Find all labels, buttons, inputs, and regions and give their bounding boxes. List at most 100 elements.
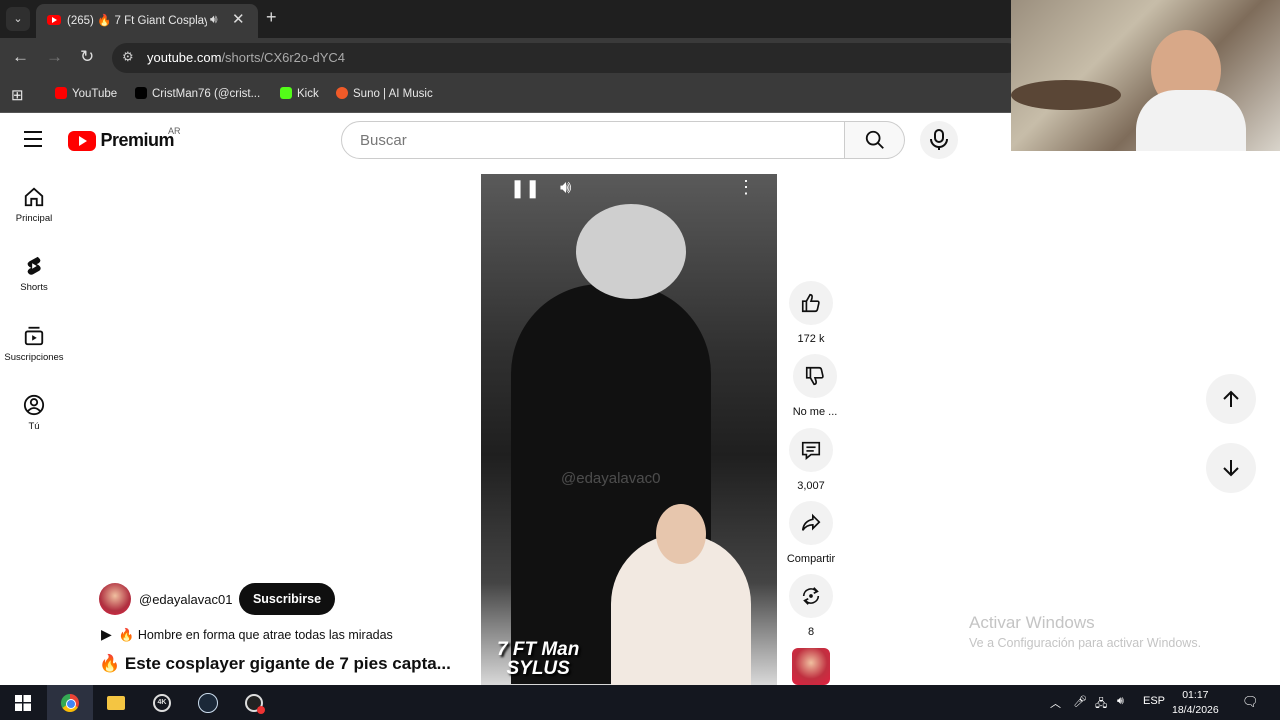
remix-count: 8 (807, 626, 815, 638)
address-url[interactable]: youtube.com/shorts/CX6r2o-dYC4 (147, 50, 345, 65)
notifications-icon[interactable]: 🗨︎ (1242, 694, 1259, 710)
share-label: Compartir (786, 553, 836, 565)
sound-thumbnail[interactable] (792, 648, 830, 685)
subscribe-button[interactable]: Suscribirse (239, 583, 335, 615)
next-short-button[interactable] (1206, 443, 1256, 493)
search-box[interactable] (341, 121, 845, 159)
bookmark-label: Kick (297, 88, 319, 100)
suno-icon (336, 87, 348, 99)
new-tab-plus-icon[interactable]: + (266, 7, 277, 28)
search-button[interactable] (845, 121, 905, 159)
tab-audio-icon[interactable]: 🔊︎ (210, 12, 218, 27)
4k-downloader-icon[interactable]: 4K (139, 685, 185, 720)
address-bar[interactable]: ⚙︎ youtube.com/shorts/CX6r2o-dYC4 (112, 43, 1022, 73)
activate-windows-title: Activar Windows (969, 613, 1095, 632)
pause-icon[interactable]: ❚❚ (510, 178, 540, 199)
remix-button[interactable]: 8 (787, 574, 835, 638)
search-icon (865, 130, 884, 149)
shorts-icon (27, 256, 41, 275)
dislike-button[interactable]: No me ... (789, 354, 841, 418)
volume-tray-icon[interactable]: 🔊︎ (1117, 695, 1124, 708)
channel-avatar[interactable] (99, 583, 131, 615)
channel-name[interactable]: @edayalavac01 (139, 592, 232, 607)
bookmark-kick[interactable]: Kick (280, 87, 319, 100)
arrow-down-icon (1223, 460, 1239, 477)
search-input[interactable] (358, 131, 822, 150)
voice-search-button[interactable] (920, 121, 958, 159)
microphone-tray-icon[interactable]: 🎤︎ (1073, 695, 1087, 708)
video-title[interactable]: 🔥 Este cosplayer gigante de 7 pies capta… (99, 654, 451, 674)
bookmark-label: Suno | AI Music (353, 88, 433, 100)
home-icon (24, 187, 44, 207)
subscriptions-icon (24, 326, 44, 346)
menu-hamburger-icon[interactable] (24, 131, 42, 147)
sidebar-item-you[interactable]: Tú (0, 394, 68, 432)
back-arrow-icon[interactable]: ← (12, 47, 29, 67)
windows-taskbar: 4K ︿ 🎤︎ 🖧︎ 🔊︎ ESP 01:17 18/4/2026 🗨︎ (0, 685, 1280, 720)
sidebar-item-label: Suscripciones (4, 352, 64, 363)
logo-word: Premium (100, 130, 174, 150)
short-video-player[interactable]: @edayalavac0 ❚❚ 🔊︎ ⋮ 7 FT Man SYLUS (481, 174, 777, 685)
sidebar-item-home[interactable]: Principal (0, 186, 68, 224)
sidebar-item-label: Shorts (20, 282, 48, 293)
tiktok-icon (135, 87, 147, 99)
reload-icon[interactable]: ↻ (80, 47, 94, 67)
description-text: 🔥 Hombre en forma que atrae todas las mi… (118, 628, 393, 642)
thumbs-up-icon (801, 293, 820, 313)
activate-windows-subtitle: Ve a Configuración para activar Windows. (969, 636, 1202, 650)
youtube-icon (55, 87, 67, 99)
comment-count: 3,007 (797, 480, 825, 492)
share-arrow-icon (801, 513, 821, 531)
bookmark-suno[interactable]: Suno | AI Music (336, 87, 433, 100)
kick-icon (280, 87, 292, 99)
forward-arrow-icon[interactable]: → (46, 47, 63, 67)
youtube-premium-logo[interactable]: Premium AR (68, 126, 181, 151)
remix-icon (802, 587, 820, 605)
comments-button[interactable]: 3,007 (787, 428, 835, 492)
system-clock[interactable]: 01:17 18/4/2026 (1172, 688, 1219, 718)
video-caption: 7 FT Man SYLUS (497, 640, 579, 678)
sidebar-item-label: Principal (15, 213, 53, 224)
apps-grid-icon[interactable]: ⊞ (11, 86, 24, 104)
input-language[interactable]: ESP (1143, 695, 1165, 707)
site-settings-icon[interactable]: ⚙︎ (122, 49, 134, 65)
obs-icon[interactable] (231, 685, 277, 720)
youtube-play-logo-icon (68, 130, 96, 151)
play-triangle-icon: ▶ (101, 626, 112, 642)
like-count: 172 k (797, 333, 825, 345)
file-explorer-icon[interactable] (93, 685, 139, 720)
video-girl-head (656, 504, 706, 564)
more-options-icon[interactable]: ⋮ (737, 177, 755, 198)
share-button[interactable]: Compartir (783, 501, 839, 565)
tray-overflow-chevron-icon[interactable]: ︿ (1050, 695, 1061, 711)
bookmark-label: YouTube (72, 88, 118, 100)
browser-tab[interactable]: (265) 🔥 7 Ft Giant Cosplayer 🔊︎ ✕ (36, 4, 258, 38)
caption-line-2: SYLUS (506, 658, 570, 679)
sidebar-item-subscriptions[interactable]: Suscripciones (0, 325, 68, 363)
activate-windows-watermark: Activar Windows Ve a Configuración para … (969, 613, 1201, 650)
tab-close-icon[interactable]: ✕ (232, 10, 245, 28)
tab-title: (265) 🔥 7 Ft Giant Cosplayer (67, 15, 207, 27)
sidebar-item-shorts[interactable]: Shorts (0, 255, 68, 293)
video-watermark: @edayalavac0 (561, 470, 661, 487)
previous-short-button[interactable] (1206, 374, 1256, 424)
windows-start-icon[interactable] (0, 685, 46, 720)
clock-date: 18/4/2026 (1172, 704, 1219, 716)
tab-search-chevron-icon[interactable]: ⌄ (6, 7, 30, 31)
table (1011, 80, 1121, 110)
volume-icon[interactable]: 🔊︎ (560, 177, 571, 198)
description-row[interactable]: ▶ 🔥 Hombre en forma que atrae todas las m… (101, 626, 393, 643)
bookmark-youtube[interactable]: YouTube (55, 87, 117, 100)
network-icon[interactable]: 🖧︎ (1095, 695, 1107, 714)
bookmark-tiktok[interactable]: CristMan76 (@crist... (135, 87, 260, 100)
caption-line-1: 7 FT Man (497, 639, 580, 660)
webcam-overlay (1011, 0, 1280, 151)
region-code: AR (168, 126, 181, 136)
url-host: youtube.com (147, 50, 222, 65)
dislike-label: No me ... (792, 406, 838, 418)
youtube-favicon-icon (47, 15, 61, 25)
bookmark-label: CristMan76 (@crist... (152, 88, 261, 100)
chrome-taskbar-icon[interactable] (47, 685, 93, 720)
steam-icon[interactable] (185, 685, 231, 720)
like-button[interactable]: 172 k (787, 281, 835, 345)
